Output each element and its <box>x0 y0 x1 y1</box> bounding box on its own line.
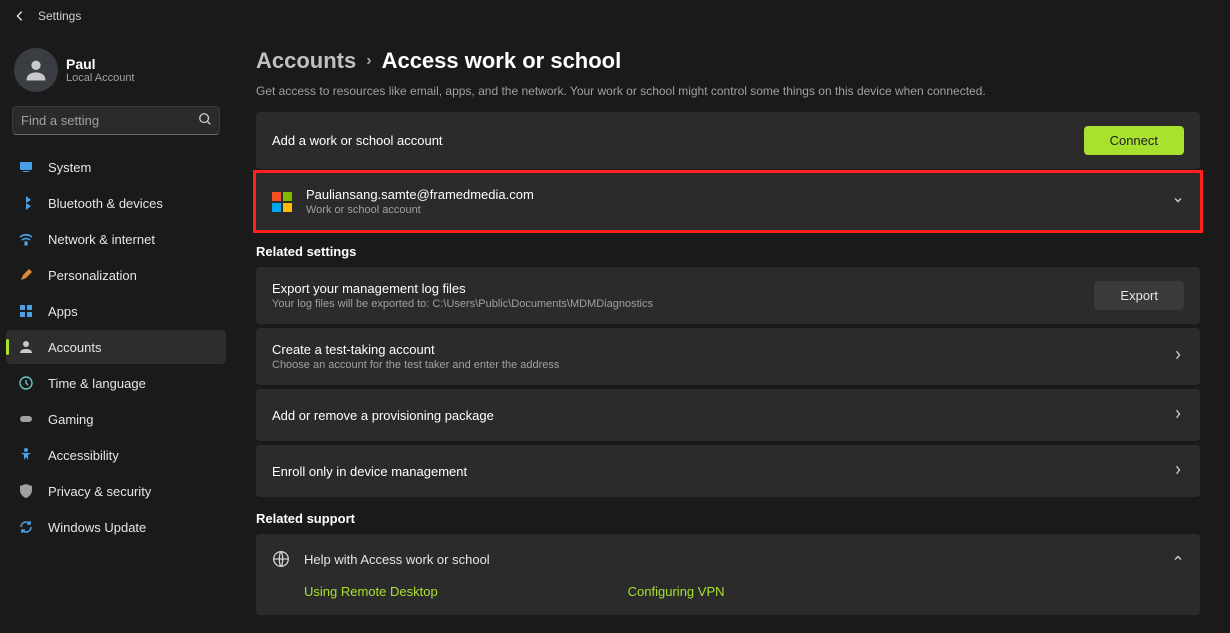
sidebar-item-gaming[interactable]: Gaming <box>6 402 226 436</box>
sidebar-item-label: Privacy & security <box>48 484 151 499</box>
support-links: Using Remote Desktop Configuring VPN <box>256 584 1200 615</box>
sidebar-item-apps[interactable]: Apps <box>6 294 226 328</box>
support-link-remote-desktop[interactable]: Using Remote Desktop <box>304 584 438 599</box>
test-account-card[interactable]: Create a test-taking account Choose an a… <box>256 328 1200 385</box>
app-title: Settings <box>38 9 81 23</box>
provisioning-card[interactable]: Add or remove a provisioning package <box>256 389 1200 441</box>
test-account-sub: Choose an account for the test taker and… <box>272 359 559 371</box>
accessibility-icon <box>18 447 34 463</box>
sidebar-item-label: Windows Update <box>48 520 146 535</box>
sidebar-item-label: Gaming <box>48 412 94 427</box>
sidebar-item-label: Accessibility <box>48 448 119 463</box>
sidebar-item-time[interactable]: Time & language <box>6 366 226 400</box>
sidebar-item-network[interactable]: Network & internet <box>6 222 226 256</box>
add-account-title: Add a work or school account <box>272 133 443 148</box>
microsoft-logo-icon <box>272 192 292 212</box>
chevron-up-icon <box>1172 552 1184 567</box>
chevron-right-icon <box>1172 349 1184 364</box>
export-button[interactable]: Export <box>1094 281 1184 310</box>
apps-icon <box>18 303 34 319</box>
user-name: Paul <box>66 56 135 72</box>
sidebar-item-update[interactable]: Windows Update <box>6 510 226 544</box>
provisioning-title: Add or remove a provisioning package <box>272 408 494 423</box>
chevron-right-icon <box>1172 464 1184 479</box>
support-card-header[interactable]: Help with Access work or school <box>256 534 1200 584</box>
shield-icon <box>18 483 34 499</box>
globe-icon <box>272 550 290 568</box>
system-icon <box>18 159 34 175</box>
update-icon <box>18 519 34 535</box>
avatar <box>14 48 58 92</box>
sidebar-item-bluetooth[interactable]: Bluetooth & devices <box>6 186 226 220</box>
sidebar-item-label: Apps <box>48 304 78 319</box>
sidebar-item-label: Network & internet <box>48 232 155 247</box>
nav: System Bluetooth & devices Network & int… <box>0 149 232 545</box>
account-type: Work or school account <box>306 204 534 216</box>
breadcrumb-parent[interactable]: Accounts <box>256 48 356 74</box>
sidebar-item-personalization[interactable]: Personalization <box>6 258 226 292</box>
brush-icon <box>18 267 34 283</box>
page-description: Get access to resources like email, apps… <box>256 84 1200 98</box>
export-logs-card: Export your management log files Your lo… <box>256 267 1200 324</box>
export-logs-sub: Your log files will be exported to: C:\U… <box>272 298 653 310</box>
related-settings-heading: Related settings <box>256 244 1200 259</box>
back-button[interactable] <box>12 8 28 24</box>
user-account-type: Local Account <box>66 72 135 84</box>
support-link-vpn[interactable]: Configuring VPN <box>628 584 725 599</box>
sidebar-item-label: Personalization <box>48 268 137 283</box>
breadcrumb: Accounts › Access work or school <box>256 48 1200 74</box>
user-icon <box>18 339 34 355</box>
user-block[interactable]: Paul Local Account <box>0 44 232 106</box>
sidebar: Paul Local Account System Bluetooth & de… <box>0 0 232 633</box>
chevron-right-icon: › <box>366 52 371 70</box>
sidebar-item-label: Accounts <box>48 340 101 355</box>
main-content: Accounts › Access work or school Get acc… <box>232 0 1230 633</box>
sidebar-item-label: Time & language <box>48 376 146 391</box>
support-card: Help with Access work or school Using Re… <box>256 534 1200 615</box>
search-input[interactable] <box>12 106 220 135</box>
page-title: Access work or school <box>382 48 622 74</box>
sidebar-item-accounts[interactable]: Accounts <box>6 330 226 364</box>
sidebar-item-label: Bluetooth & devices <box>48 196 163 211</box>
account-email: Pauliansang.samte@framedmedia.com <box>306 187 534 202</box>
work-account-card[interactable]: Pauliansang.samte@framedmedia.com Work o… <box>256 173 1200 230</box>
enroll-title: Enroll only in device management <box>272 464 467 479</box>
connect-button[interactable]: Connect <box>1084 126 1184 155</box>
test-account-title: Create a test-taking account <box>272 342 559 357</box>
chevron-right-icon <box>1172 408 1184 423</box>
search-icon <box>198 112 212 126</box>
related-support-heading: Related support <box>256 511 1200 526</box>
support-heading: Help with Access work or school <box>304 552 490 567</box>
sidebar-item-label: System <box>48 160 91 175</box>
sidebar-item-accessibility[interactable]: Accessibility <box>6 438 226 472</box>
clock-icon <box>18 375 34 391</box>
enroll-card[interactable]: Enroll only in device management <box>256 445 1200 497</box>
chevron-down-icon <box>1172 194 1184 209</box>
sidebar-item-system[interactable]: System <box>6 150 226 184</box>
bluetooth-icon <box>18 195 34 211</box>
wifi-icon <box>18 231 34 247</box>
gaming-icon <box>18 411 34 427</box>
add-account-card: Add a work or school account Connect <box>256 112 1200 169</box>
export-logs-title: Export your management log files <box>272 281 653 296</box>
search-wrap <box>12 106 220 135</box>
sidebar-item-privacy[interactable]: Privacy & security <box>6 474 226 508</box>
